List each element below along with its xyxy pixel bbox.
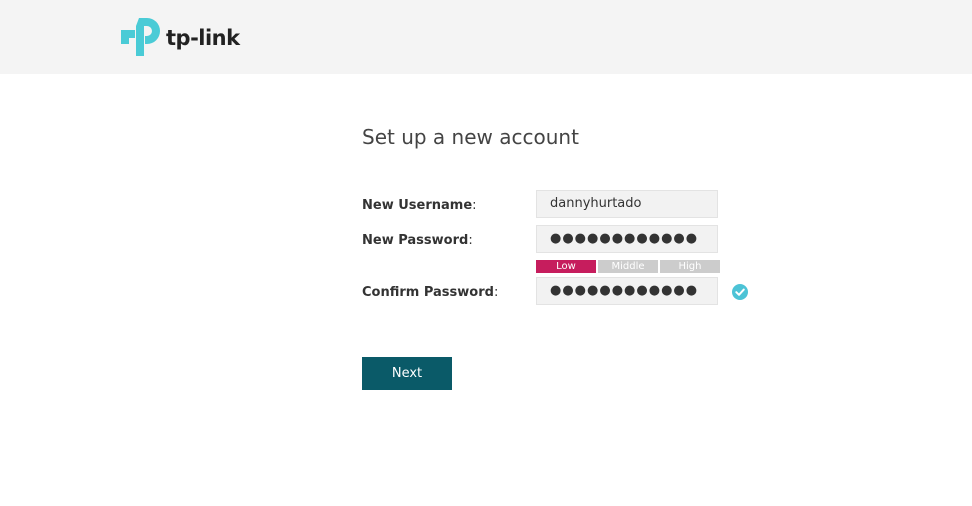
logo-text: tp-link bbox=[166, 26, 240, 50]
strength-middle: Middle bbox=[598, 260, 658, 273]
check-circle-icon bbox=[732, 284, 748, 300]
username-label: New Username: bbox=[362, 198, 477, 213]
page-title: Set up a new account bbox=[362, 125, 579, 149]
strength-high: High bbox=[660, 260, 720, 273]
confirm-password-input[interactable]: ●●●●●●●●●●●● bbox=[536, 277, 718, 305]
confirm-password-label-text: Confirm Password bbox=[362, 285, 494, 300]
confirm-password-label-colon: : bbox=[493, 285, 499, 300]
tp-link-logo[interactable]: tp-link bbox=[119, 15, 240, 59]
tp-link-logo-icon bbox=[121, 18, 160, 56]
password-label: New Password: bbox=[362, 233, 473, 248]
strength-low: Low bbox=[536, 260, 596, 273]
password-label-colon: : bbox=[468, 233, 473, 248]
password-label-text: New Password bbox=[362, 233, 469, 248]
password-input[interactable]: ●●●●●●●●●●●● bbox=[536, 225, 718, 253]
confirm-password-label: Confirm Password: bbox=[362, 285, 498, 300]
username-label-colon: : bbox=[472, 198, 477, 213]
header-bar: tp-link bbox=[0, 0, 972, 74]
username-input[interactable]: dannyhurtado bbox=[536, 190, 718, 218]
username-label-text: New Username bbox=[362, 198, 473, 213]
password-strength-meter: Low Middle High bbox=[536, 260, 720, 273]
next-button[interactable]: Next bbox=[362, 357, 452, 390]
